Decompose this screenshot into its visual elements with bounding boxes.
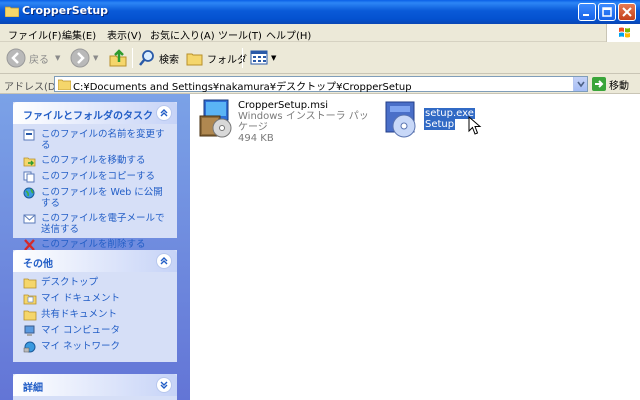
address-dropdown-button[interactable] [573, 77, 587, 91]
file-name: CropperSetup.msi [238, 100, 328, 111]
views-button[interactable]: ▼ [250, 47, 276, 69]
network-icon [23, 341, 36, 353]
views-icon [250, 50, 268, 65]
minimize-icon [583, 14, 589, 16]
details-header[interactable]: 詳細 [13, 374, 177, 396]
address-label: アドレス(D) [4, 82, 60, 93]
folder-icon [5, 6, 19, 17]
close-icon [622, 7, 632, 17]
back-dropdown-icon: ▼ [55, 54, 61, 62]
file-list-area[interactable]: CropperSetup.msi Windows インストーラ パッケージ 49… [190, 94, 640, 400]
toolbar: 戻る ▼ ▼ 検索 フォルダ ▼ [0, 42, 640, 74]
up-folder-button[interactable] [108, 47, 128, 69]
file-folder-tasks-header[interactable]: ファイルとフォルダのタスク [13, 102, 177, 124]
menu-help[interactable]: ヘルプ(H) [266, 27, 311, 42]
email-icon [23, 214, 36, 224]
maximize-icon [602, 7, 612, 17]
other-places-header[interactable]: その他 [13, 250, 177, 272]
task-publish-web[interactable]: このファイルを Web に公開する [23, 187, 171, 209]
mouse-cursor-icon [468, 116, 482, 135]
collapse-icon[interactable] [156, 253, 172, 269]
menu-bar: ファイル(F) 編集(E) 表示(V) お気に入り(A) ツール(T) ヘルプ(… [0, 24, 640, 42]
file-folder-tasks-panel: ファイルとフォルダのタスク このファイルの名前を変更する このファイルを移動する… [13, 102, 177, 251]
shared-folder-icon [23, 310, 37, 321]
collapse-icon[interactable] [156, 105, 172, 121]
chevron-down-icon [577, 81, 585, 88]
menu-favorites[interactable]: お気に入り(A) [150, 27, 215, 42]
title-bar[interactable]: CropperSetup [0, 0, 640, 24]
windows-logo-icon [606, 24, 640, 42]
go-arrow-icon [592, 77, 606, 91]
details-panel: 詳細 [13, 374, 177, 400]
menu-view[interactable]: 表示(V) [107, 27, 142, 42]
task-email[interactable]: このファイルを電子メールで送信する [23, 213, 171, 235]
msi-installer-icon [199, 99, 232, 138]
address-input[interactable]: C:¥Documents and Settings¥nakamura¥デスクトッ… [54, 76, 588, 93]
menu-file[interactable]: ファイル(F) [8, 27, 62, 42]
file-size: 494 KB [238, 133, 274, 144]
file-item[interactable]: CropperSetup.msi Windows インストーラ パッケージ 49… [196, 98, 376, 144]
address-path: C:¥Documents and Settings¥nakamura¥デスクトッ… [73, 82, 412, 93]
place-my-computer[interactable]: マイ コンピュータ [23, 325, 171, 337]
move-icon [23, 157, 36, 167]
up-folder-icon [109, 49, 127, 67]
place-shared-documents[interactable]: 共有ドキュメント [23, 309, 171, 321]
folders-icon [186, 53, 203, 66]
file-type: Windows インストーラ パッケージ [238, 111, 369, 133]
search-button[interactable]: 検索 [138, 47, 179, 69]
file-type: Setup [424, 119, 456, 130]
folder-icon [58, 79, 71, 90]
documents-folder-icon [23, 294, 37, 305]
expand-icon[interactable] [156, 377, 172, 393]
folder-icon [23, 278, 37, 289]
address-bar: アドレス(D) C:¥Documents and Settings¥nakamu… [0, 74, 640, 94]
minimize-button[interactable] [578, 3, 596, 21]
task-rename[interactable]: このファイルの名前を変更する [23, 129, 171, 151]
other-places-panel: その他 デスクトップ マイ ドキュメント 共有ドキュメント マイ コンピュータ [13, 250, 177, 362]
back-arrow-icon [6, 48, 26, 68]
window-title: CropperSetup [22, 4, 109, 17]
forward-dropdown-icon: ▼ [93, 54, 99, 62]
close-button[interactable] [618, 3, 636, 21]
computer-icon [24, 325, 35, 336]
task-copy[interactable]: このファイルをコピーする [23, 171, 171, 183]
menu-edit[interactable]: 編集(E) [62, 27, 96, 42]
folders-button[interactable]: フォルダ [186, 47, 247, 69]
maximize-button[interactable] [598, 3, 616, 21]
forward-arrow-icon [70, 48, 90, 68]
place-my-network[interactable]: マイ ネットワーク [23, 341, 171, 353]
views-dropdown-icon: ▼ [271, 54, 277, 62]
search-icon [139, 50, 154, 66]
go-button[interactable]: 移動 [592, 77, 629, 92]
back-button[interactable]: 戻る ▼ [6, 47, 60, 69]
copy-icon [23, 171, 35, 183]
setup-exe-icon [385, 101, 416, 138]
place-desktop[interactable]: デスクトップ [23, 277, 171, 289]
task-move[interactable]: このファイルを移動する [23, 155, 171, 167]
rename-icon [23, 129, 35, 141]
menu-tools[interactable]: ツール(T) [218, 27, 262, 42]
place-my-documents[interactable]: マイ ドキュメント [23, 293, 171, 305]
globe-icon [23, 187, 35, 199]
file-item-selected[interactable]: setup.exe Setup [382, 98, 482, 144]
task-pane: ファイルとフォルダのタスク このファイルの名前を変更する このファイルを移動する… [0, 94, 190, 400]
forward-button[interactable]: ▼ [70, 47, 98, 69]
